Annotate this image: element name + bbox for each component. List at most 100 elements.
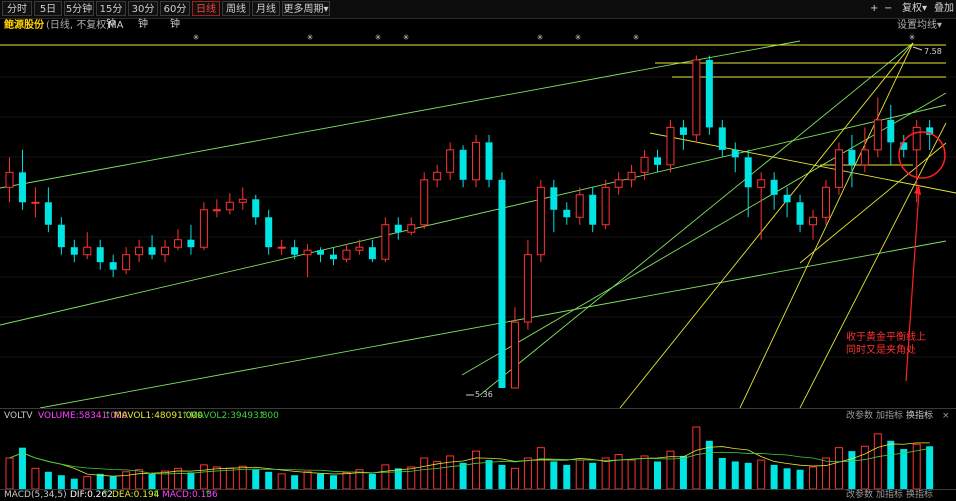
event-marker-icon: ✳ [403,33,410,42]
volume-bar-up [523,457,532,489]
candle-body-down [783,194,791,203]
candle-body-up [420,179,429,226]
volume-bar-down [265,471,273,489]
high-price-label: 7.58 [924,47,942,56]
candle-body-down [148,247,156,255]
macd-indicator-name: MACD(5,34,5) [4,490,67,500]
event-marker-icon: ✳ [193,33,200,42]
period-toolbar: 分时 5日 5分钟 15分钟 30分钟 60分钟 日线 周线 月线 更多周期▾ … [0,0,956,30]
event-marker-icon: ✳ [575,33,582,42]
candle-body-up [433,171,442,181]
candle-body-down [731,149,739,158]
set-ma-button[interactable]: 设置均线▾ [897,19,942,33]
candle-body-down [368,247,376,260]
candle-body-up [523,254,532,323]
volume-bar-down [291,475,299,489]
candle-body-down [679,127,687,135]
volume-bar-up [472,450,481,489]
edit-params-button[interactable]: 改参数 [846,409,873,423]
volume-bar-down [550,461,558,489]
macd-switch-indicator-button[interactable]: 换指标 [906,490,933,501]
overlay-button[interactable]: 叠加 [934,1,954,16]
mavol1-line [9,442,930,477]
candle-body-up [381,224,390,260]
volume-bar-up [83,476,92,489]
volume-bar-up [5,457,14,489]
up-arrow-icon: ↑ [181,411,189,421]
candle-body-up [472,141,481,181]
price-chart[interactable]: ✳ ✳ ✳ ✳ ✳ ✳ ✳ ✳ 7.58 5.36 [0,33,956,408]
event-markers: ✳ ✳ ✳ ✳ ✳ ✳ ✳ ✳ [193,33,916,42]
candle-body-down [291,247,299,255]
zoom-out-button[interactable]: − [884,1,892,16]
caret-down-icon: ▾ [323,4,329,15]
candle-body-down [109,262,117,270]
set-ma-label: 设置均线 [896,20,937,31]
stock-name: 鲍源股份 [4,20,44,31]
volume-bar-down [718,458,726,489]
candle-body-up [135,246,144,256]
volume-bar-down [96,473,104,489]
volume-bar-up [31,467,40,489]
tab-5day[interactable]: 5日 [34,1,62,16]
volume-bar-up [757,459,766,489]
candle-body-up [212,209,221,212]
volume-bar-up [199,464,208,489]
restore-label: 复权 [902,3,922,14]
volume-bar-up [212,466,221,489]
candle-body-up [912,126,921,151]
tab-30min[interactable]: 30分钟 [128,1,158,30]
tab-intraday[interactable]: 分时 [2,1,32,16]
period-info: (日线, 不复权) [46,20,111,31]
candle-body-down [459,149,467,180]
volume-bar-down [252,469,260,489]
candle-body-down [44,202,52,225]
restore-right-button[interactable]: 复权▾ [902,1,927,16]
tab-15min[interactable]: 15分钟 [96,1,126,30]
high-pointer [912,46,923,51]
event-marker-icon: ✳ [633,33,640,42]
candle-body-down [550,187,558,210]
candle-body-down [654,157,661,165]
volume-bar-down [498,464,506,489]
candle-body-up [407,224,416,233]
volume-bar-up [536,447,545,489]
up-arrow-icon: ↑ [258,411,266,421]
candle-body-up [821,186,830,218]
volume-bar-up [303,471,312,489]
volume-bar-up [692,426,701,489]
candle-body-up [640,156,649,173]
volume-bar-down [459,462,467,489]
macd-edit-params-button[interactable]: 改参数 [846,490,873,501]
candle-body-up [614,179,623,188]
candle-body-down [96,247,104,263]
close-icon[interactable]: × [942,409,950,423]
zoom-in-button[interactable]: + [870,1,878,16]
tab-weekly[interactable]: 周线 [222,1,250,16]
macd-add-indicator-button[interactable]: 加指标 [876,490,903,501]
tab-60min[interactable]: 60分钟 [160,1,190,30]
candle-body-down [563,209,571,218]
candle-body-up [161,246,170,256]
candle-body-up [355,246,364,251]
tab-5min[interactable]: 5分钟 [64,1,94,16]
switch-indicator-button[interactable]: 换指标 [906,409,933,423]
tab-more-periods[interactable]: 更多周期▾ [282,1,330,16]
volume-bar-down [900,449,908,489]
add-indicator-button[interactable]: 加指标 [876,409,903,423]
volume-bar-up [640,455,649,489]
volume-panel-header: VOLTV VOLUME:58341.000 ↑ MAVOL1:48091.00… [0,408,956,423]
tab-monthly[interactable]: 月线 [252,1,280,16]
candle-body-down [57,224,65,248]
candle-body-down [744,157,752,188]
low-price-label: 5.36 [475,390,493,399]
volume-bar-down [744,462,752,489]
candle-body-up [83,246,92,256]
tab-daily[interactable]: 日线 [192,1,220,16]
volume-bar-down [731,461,739,489]
volume-bar-down [589,462,597,489]
indicator-label: MA [108,20,124,31]
volume-bar-down [485,460,493,489]
candle-body-down [265,217,273,248]
event-marker-icon: ✳ [909,33,916,42]
